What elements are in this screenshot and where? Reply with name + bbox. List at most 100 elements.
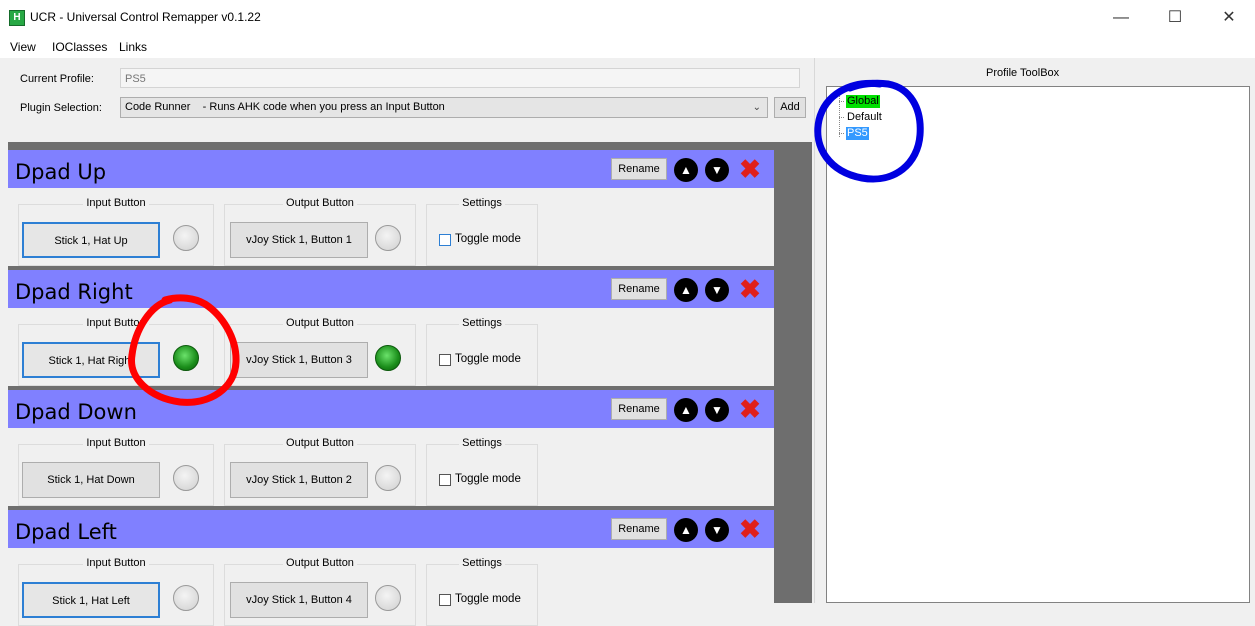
output-group-label: Output Button (283, 557, 357, 569)
delete-icon[interactable]: ✖ (737, 276, 763, 302)
move-down-icon[interactable]: ▼ (705, 518, 729, 542)
output-group: Output Button vJoy Stick 1, Button 3 (224, 317, 416, 386)
toggle-mode-checkbox[interactable] (439, 594, 451, 606)
toggle-mode-label: Toggle mode (455, 593, 521, 605)
binding-header: Dpad Right Rename ▲ ▼ ✖ (8, 270, 774, 308)
output-button[interactable]: vJoy Stick 1, Button 4 (230, 582, 368, 618)
bindings-panel: Dpad Up Rename ▲ ▼ ✖ Input Button Stick … (8, 142, 812, 626)
plugin-selection-label: Plugin Selection: (20, 102, 102, 114)
toggle-mode-checkbox[interactable] (439, 474, 451, 486)
input-button[interactable]: Stick 1, Hat Down (22, 462, 160, 498)
binding-body: Input Button Stick 1, Hat Left Output Bu… (8, 548, 774, 626)
maximize-button[interactable]: ☐ (1152, 0, 1198, 36)
output-group-label: Output Button (283, 197, 357, 209)
minimize-button[interactable]: — (1098, 0, 1144, 36)
plugin-select[interactable]: Code Runner - Runs AHK code when you pre… (120, 97, 768, 118)
input-led-indicator (173, 585, 199, 611)
settings-group-label: Settings (459, 317, 505, 329)
move-up-icon[interactable]: ▲ (674, 518, 698, 542)
tree-connector (839, 93, 840, 137)
add-plugin-button[interactable]: Add (774, 97, 806, 118)
binding-title: Dpad Left (15, 520, 117, 544)
toggle-mode-checkbox[interactable] (439, 354, 451, 366)
input-group: Input Button Stick 1, Hat Left (18, 557, 214, 626)
binding-header: Dpad Left Rename ▲ ▼ ✖ (8, 510, 774, 548)
input-led-indicator (173, 465, 199, 491)
binding-dpad-right: Dpad Right Rename ▲ ▼ ✖ Input Button Sti… (8, 270, 774, 386)
output-group: Output Button vJoy Stick 1, Button 4 (224, 557, 416, 626)
move-up-icon[interactable]: ▲ (674, 278, 698, 302)
input-led-indicator (173, 225, 199, 251)
input-group-label: Input Button (83, 197, 149, 209)
settings-group-label: Settings (459, 437, 505, 449)
menu-view[interactable]: View (10, 40, 36, 54)
menu-bar: View IOClasses Links (0, 36, 1255, 58)
tree-item-ps5[interactable]: PS5 (846, 127, 869, 140)
output-button[interactable]: vJoy Stick 1, Button 3 (230, 342, 368, 378)
tree-item-global[interactable]: Global (846, 95, 880, 108)
chevron-down-icon: ⌄ (752, 102, 761, 113)
input-button[interactable]: Stick 1, Hat Right (22, 342, 160, 378)
toggle-mode-checkbox[interactable] (439, 234, 451, 246)
binding-title: Dpad Up (15, 160, 107, 184)
move-down-icon[interactable]: ▼ (705, 158, 729, 182)
output-group-label: Output Button (283, 437, 357, 449)
panel-divider (814, 58, 815, 603)
binding-dpad-up: Dpad Up Rename ▲ ▼ ✖ Input Button Stick … (8, 150, 774, 266)
current-profile-label: Current Profile: (20, 73, 94, 85)
binding-body: Input Button Stick 1, Hat Right Output B… (8, 308, 774, 386)
rename-button[interactable]: Rename (611, 518, 667, 540)
settings-group: Settings Toggle mode (426, 197, 538, 266)
title-bar: H UCR - Universal Control Remapper v0.1.… (0, 0, 1255, 36)
plugin-select-value: Code Runner - Runs AHK code when you pre… (125, 101, 445, 113)
profile-tree: Global Default PS5 (826, 86, 1250, 603)
toggle-mode-label: Toggle mode (455, 353, 521, 365)
toggle-mode-label: Toggle mode (455, 473, 521, 485)
input-group: Input Button Stick 1, Hat Up (18, 197, 214, 266)
binding-header: Dpad Down Rename ▲ ▼ ✖ (8, 390, 774, 428)
binding-header: Dpad Up Rename ▲ ▼ ✖ (8, 150, 774, 188)
output-led-indicator (375, 345, 401, 371)
input-group: Input Button Stick 1, Hat Right (18, 317, 214, 386)
delete-icon[interactable]: ✖ (737, 396, 763, 422)
menu-links[interactable]: Links (119, 40, 147, 54)
profile-toolbox-title: Profile ToolBox (986, 67, 1060, 79)
output-button[interactable]: vJoy Stick 1, Button 2 (230, 462, 368, 498)
move-down-icon[interactable]: ▼ (705, 398, 729, 422)
input-group-label: Input Button (83, 317, 149, 329)
output-button[interactable]: vJoy Stick 1, Button 1 (230, 222, 368, 258)
input-group: Input Button Stick 1, Hat Down (18, 437, 214, 506)
output-group-label: Output Button (283, 317, 357, 329)
delete-icon[interactable]: ✖ (737, 516, 763, 542)
rename-button[interactable]: Rename (611, 398, 667, 420)
settings-group-label: Settings (459, 197, 505, 209)
toggle-mode-label: Toggle mode (455, 233, 521, 245)
delete-icon[interactable]: ✖ (737, 156, 763, 182)
output-led-indicator (375, 225, 401, 251)
rename-button[interactable]: Rename (611, 278, 667, 300)
input-button[interactable]: Stick 1, Hat Up (22, 222, 160, 258)
tree-connector (839, 117, 844, 118)
binding-title: Dpad Down (15, 400, 137, 424)
tree-connector (839, 101, 844, 102)
window-title: UCR - Universal Control Remapper v0.1.22 (30, 10, 261, 24)
close-button[interactable]: ✕ (1206, 0, 1252, 36)
rename-button[interactable]: Rename (611, 158, 667, 180)
tree-item-default[interactable]: Default (846, 111, 883, 124)
binding-dpad-left: Dpad Left Rename ▲ ▼ ✖ Input Button Stic… (8, 510, 774, 626)
input-button[interactable]: Stick 1, Hat Left (22, 582, 160, 618)
output-group: Output Button vJoy Stick 1, Button 2 (224, 437, 416, 506)
move-down-icon[interactable]: ▼ (705, 278, 729, 302)
input-group-label: Input Button (83, 557, 149, 569)
binding-title: Dpad Right (15, 280, 133, 304)
input-group-label: Input Button (83, 437, 149, 449)
profile-header: Current Profile: PS5 Plugin Selection: C… (10, 62, 810, 144)
current-profile-field: PS5 (120, 68, 800, 88)
input-led-indicator (173, 345, 199, 371)
binding-dpad-down: Dpad Down Rename ▲ ▼ ✖ Input Button Stic… (8, 390, 774, 506)
move-up-icon[interactable]: ▲ (674, 398, 698, 422)
menu-ioclasses[interactable]: IOClasses (52, 40, 107, 54)
settings-group: Settings Toggle mode (426, 317, 538, 386)
output-group: Output Button vJoy Stick 1, Button 1 (224, 197, 416, 266)
move-up-icon[interactable]: ▲ (674, 158, 698, 182)
